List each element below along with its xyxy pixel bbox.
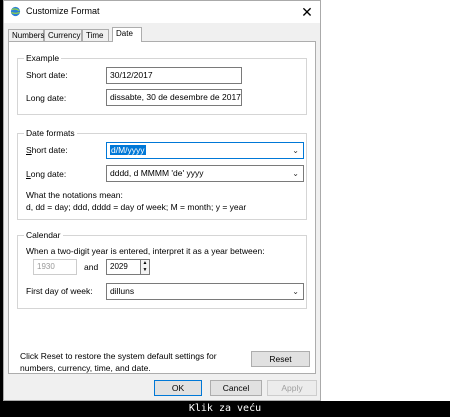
first-day-label: First day of week: — [26, 286, 93, 296]
date-formats-group-title: Date formats — [24, 128, 77, 138]
date-formats-group: Date formats Short date: d/M/yyyy ⌄ Long… — [17, 128, 307, 220]
tab-date[interactable]: Date — [112, 27, 142, 42]
year-end-field[interactable]: 2029 — [106, 259, 141, 275]
reset-text-line2: numbers, currency, time, and date. — [20, 363, 151, 373]
image-caption: Klik za veću — [0, 401, 450, 417]
format-short-label: Short date: — [26, 145, 68, 155]
chevron-down-icon[interactable]: ⌄ — [292, 166, 299, 181]
apply-button: Apply — [267, 380, 317, 396]
first-day-combo[interactable]: dilluns ⌄ — [106, 283, 304, 300]
long-date-combo[interactable]: dddd, d MMMM 'de' yyyy ⌄ — [106, 165, 304, 182]
window-title: Customize Format — [26, 6, 100, 16]
example-short-label: Short date: — [26, 70, 68, 80]
tab-time[interactable]: Time — [82, 29, 109, 41]
long-date-value: dddd, d MMMM 'de' yyyy — [110, 168, 204, 178]
year-spinner[interactable]: ▲ ▼ — [140, 259, 150, 275]
reset-button[interactable]: Reset — [251, 351, 310, 367]
title-bar: Customize Format ✕ — [4, 1, 320, 23]
example-short-value: 30/12/2017 — [106, 67, 242, 84]
background-area — [321, 0, 450, 401]
short-date-value: d/M/yyyy — [110, 145, 146, 155]
cancel-button[interactable]: Cancel — [210, 380, 262, 396]
tab-numbers[interactable]: Numbers — [8, 29, 44, 41]
example-group: Example Short date: 30/12/2017 Long date… — [17, 53, 307, 115]
chevron-down-icon[interactable]: ⌄ — [292, 284, 299, 299]
example-group-title: Example — [24, 53, 62, 63]
notations-text: d, dd = day; ddd, dddd = day of week; M … — [26, 202, 247, 212]
format-long-label: Long date: — [26, 169, 67, 179]
reset-button-label: Reset — [269, 354, 292, 364]
close-icon[interactable]: ✕ — [298, 3, 316, 21]
calendar-group: Calendar When a two-digit year is entere… — [17, 230, 307, 309]
ok-button[interactable]: OK — [154, 380, 202, 396]
chevron-down-icon[interactable]: ⌄ — [292, 143, 299, 158]
two-digit-year-text: When a two-digit year is entered, interp… — [26, 246, 265, 256]
and-label: and — [84, 262, 99, 272]
spin-down-icon[interactable]: ▼ — [141, 267, 149, 274]
year-start-field: 1930 — [33, 259, 77, 275]
notations-title: What the notations mean: — [26, 190, 123, 200]
first-day-value: dilluns — [110, 286, 135, 296]
date-tab-panel: Example Short date: 30/12/2017 Long date… — [8, 41, 316, 374]
tab-currency[interactable]: Currency — [44, 29, 82, 41]
globe-icon — [10, 6, 21, 17]
customize-format-dialog: Customize Format ✕ Numbers Currency Time… — [3, 0, 321, 401]
short-date-combo[interactable]: d/M/yyyy ⌄ — [106, 142, 304, 159]
example-long-value: dissabte, 30 de desembre de 2017 — [106, 89, 242, 106]
example-long-label: Long date: — [26, 93, 67, 103]
calendar-group-title: Calendar — [24, 230, 63, 240]
reset-text-line1: Click Reset to restore the system defaul… — [20, 351, 217, 361]
spin-up-icon[interactable]: ▲ — [141, 260, 149, 267]
